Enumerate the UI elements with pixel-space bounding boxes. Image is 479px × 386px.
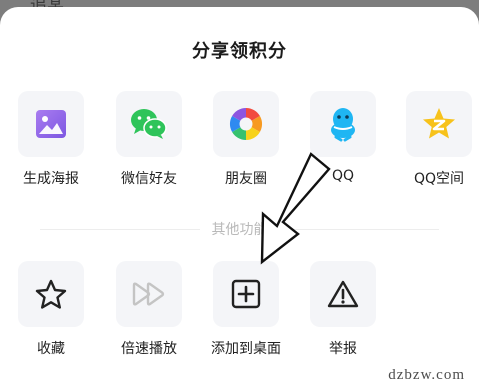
- share-item-label: 生成海报: [23, 171, 79, 187]
- warning-triangle-icon: [327, 280, 359, 308]
- moments-tile: [213, 91, 279, 157]
- fast-forward-icon: [132, 282, 165, 306]
- share-item-moments[interactable]: 朋友圈: [201, 91, 291, 188]
- playback-speed-item[interactable]: 倍速播放: [104, 261, 194, 358]
- share-item-poster[interactable]: 生成海报: [6, 91, 96, 188]
- qq-penguin-icon: [331, 108, 355, 142]
- playback-speed-label: 倍速播放: [121, 341, 177, 357]
- divider-line-left: [40, 228, 200, 230]
- share-item-qq[interactable]: QQ: [298, 91, 388, 184]
- share-item-label: 微信好友: [121, 171, 177, 187]
- playback-speed-tile: [116, 261, 182, 327]
- wechat-tile: [116, 91, 182, 157]
- report-item[interactable]: 举报: [298, 261, 388, 358]
- share-item-wechat[interactable]: 微信好友: [104, 91, 194, 188]
- favorite-tile: [18, 261, 84, 327]
- add-to-desktop-item[interactable]: 添加到桌面: [201, 261, 291, 358]
- qzone-star-icon: [423, 108, 455, 139]
- poster-image-icon: [36, 110, 66, 138]
- divider-label: 其他功能: [211, 222, 268, 238]
- report-tile: [310, 261, 376, 327]
- other-functions-divider: 其他功能: [40, 219, 439, 239]
- share-item-label: QQ: [331, 168, 355, 184]
- share-item-label: QQ空间: [413, 171, 465, 187]
- share-sheet: 分享领积分 生成海报 微信好友 朋友圈 QQ QQ空间 其他功能 收藏 倍速播放…: [0, 7, 479, 386]
- qzone-tile: [406, 91, 472, 157]
- favorite-item[interactable]: 收藏: [6, 261, 96, 358]
- sheet-title: 分享领积分: [192, 41, 287, 62]
- add-to-desktop-icon: [231, 279, 261, 309]
- share-item-qzone[interactable]: QQ空间: [394, 91, 479, 188]
- watermark: dzbzw.com: [388, 367, 465, 383]
- divider-line-right: [279, 228, 439, 230]
- add-to-desktop-tile: [213, 261, 279, 327]
- star-outline-icon: [35, 279, 67, 309]
- add-to-desktop-label: 添加到桌面: [211, 341, 281, 357]
- moments-camera-shutter-icon: [229, 107, 263, 141]
- favorite-label: 收藏: [37, 341, 65, 357]
- poster-tile: [18, 91, 84, 157]
- wechat-icon: [131, 109, 167, 139]
- share-item-label: 朋友圈: [225, 171, 267, 187]
- qq-tile: [310, 91, 376, 157]
- report-label: 举报: [329, 341, 357, 357]
